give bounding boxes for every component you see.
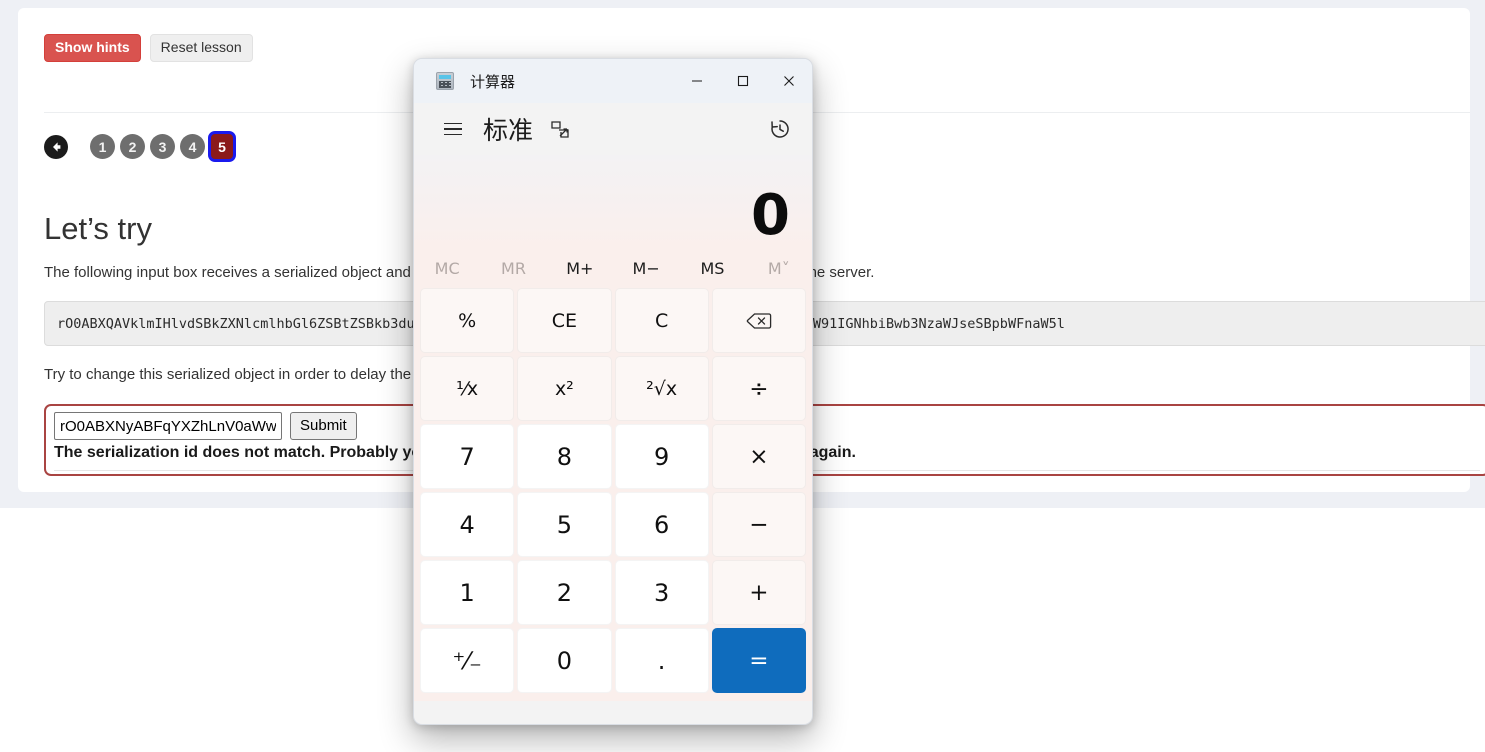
square-key[interactable]: x²: [517, 356, 612, 421]
calculator-window[interactable]: 计算器 标准 0 MC MR M+ M− MS M˅ % CE C ¹⁄x x²…: [413, 58, 813, 725]
maximize-icon[interactable]: [720, 59, 766, 103]
equals-key[interactable]: =: [711, 628, 806, 693]
lesson-step-4[interactable]: 4: [180, 134, 205, 159]
backspace-key[interactable]: [711, 288, 806, 353]
calculator-app-icon: [436, 72, 454, 90]
reset-lesson-button[interactable]: Reset lesson: [149, 34, 253, 63]
keep-on-top-icon[interactable]: [549, 118, 571, 140]
key-7[interactable]: 7: [420, 424, 515, 489]
attack-form-row: Submit: [54, 412, 357, 440]
memory-add-button[interactable]: M+: [547, 259, 613, 278]
divide-key[interactable]: ÷: [711, 356, 806, 421]
clear-key[interactable]: C: [614, 288, 709, 353]
lesson-step-5[interactable]: 5: [208, 131, 236, 162]
key-8[interactable]: 8: [517, 424, 612, 489]
show-hints-button[interactable]: Show hints: [44, 34, 141, 63]
calculator-window-title: 计算器: [470, 72, 516, 91]
key-5[interactable]: 5: [517, 492, 612, 557]
page-title: Let’s try: [44, 211, 152, 246]
memory-recall-button[interactable]: MR: [480, 259, 546, 278]
add-key[interactable]: +: [711, 560, 806, 625]
lesson-step-1[interactable]: 1: [90, 134, 115, 159]
calculator-mode-bar: 标准: [414, 103, 812, 155]
negate-key[interactable]: ⁺⁄₋: [420, 628, 515, 693]
calculator-mode-label: 标准: [483, 116, 534, 145]
subtract-key[interactable]: −: [711, 492, 806, 557]
history-icon[interactable]: [766, 115, 794, 143]
calculator-titlebar[interactable]: 计算器: [414, 59, 812, 103]
lesson-step-3[interactable]: 3: [150, 134, 175, 159]
key-2[interactable]: 2: [517, 560, 612, 625]
decimal-point-key[interactable]: .: [614, 628, 709, 693]
percent-key[interactable]: %: [420, 288, 515, 353]
lesson-toolbar: Show hints Reset lesson: [44, 34, 253, 63]
window-controls: [674, 59, 812, 103]
reciprocal-key[interactable]: ¹⁄x: [420, 356, 515, 421]
key-1[interactable]: 1: [420, 560, 515, 625]
multiply-key[interactable]: ×: [711, 424, 806, 489]
calculator-display-value: 0: [751, 183, 790, 248]
key-3[interactable]: 3: [614, 560, 709, 625]
back-arrow-icon[interactable]: [44, 134, 68, 159]
backspace-icon: [746, 312, 772, 329]
close-icon[interactable]: [766, 59, 812, 103]
minimize-icon[interactable]: [674, 59, 720, 103]
key-6[interactable]: 6: [614, 492, 709, 557]
serialized-object-input[interactable]: [54, 412, 282, 440]
key-0[interactable]: 0: [517, 628, 612, 693]
memory-subtract-button[interactable]: M−: [613, 259, 679, 278]
lesson-step-2[interactable]: 2: [120, 134, 145, 159]
memory-list-button[interactable]: M˅: [746, 259, 812, 278]
submit-button[interactable]: Submit: [290, 412, 357, 440]
lesson-step-pager: 1 2 3 4 5: [44, 131, 239, 162]
calculator-display: 0: [414, 155, 812, 248]
memory-button-row: MC MR M+ M− MS M˅: [414, 248, 812, 288]
clear-entry-key[interactable]: CE: [517, 288, 612, 353]
key-9[interactable]: 9: [614, 424, 709, 489]
hamburger-menu-icon[interactable]: [444, 118, 466, 140]
memory-clear-button[interactable]: MC: [414, 259, 480, 278]
memory-store-button[interactable]: MS: [679, 259, 745, 278]
calculator-keypad: % CE C ¹⁄x x² ²√x ÷ 7 8 9 × 4 5 6 − 1 2 …: [414, 288, 812, 701]
key-4[interactable]: 4: [420, 492, 515, 557]
square-root-key[interactable]: ²√x: [614, 356, 709, 421]
